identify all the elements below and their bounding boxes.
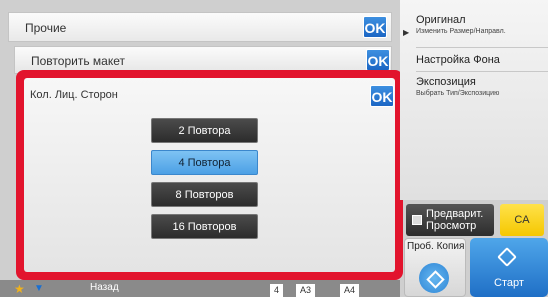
sides-count-dialog: Кол. Лиц. Сторон OK 2 Повтора 4 Повтора …	[24, 78, 395, 272]
play-icon[interactable]: ▶	[403, 28, 409, 37]
chevron-down-icon[interactable]: ▼	[34, 283, 44, 294]
others-title: Прочие	[25, 21, 67, 35]
paper-size-a3: A3	[296, 284, 316, 297]
sample-copy-icon	[419, 263, 449, 293]
back-button[interactable]: Назад	[90, 282, 119, 293]
background-setting[interactable]: Настройка Фона	[416, 50, 548, 72]
start-icon	[497, 247, 517, 267]
option-4-repeats[interactable]: 4 Повтора	[151, 150, 258, 175]
sides-count-dialog-highlight: Кол. Лиц. Сторон OK 2 Повтора 4 Повтора …	[16, 70, 403, 280]
start-button[interactable]: Старт	[470, 238, 548, 297]
others-bar: Прочие OK	[8, 12, 392, 42]
option-2-repeats[interactable]: 2 Повтора	[151, 118, 258, 143]
preview-icon	[412, 215, 422, 225]
right-settings-panel: ▶ Оригинал Изменить Размер/Направл. Наст…	[400, 0, 548, 200]
background-title: Настройка Фона	[416, 54, 500, 66]
paper-size-a4: A4	[340, 284, 360, 297]
exposure-subtitle: Выбрать Тип/Экспозицию	[416, 90, 500, 97]
paper-count: 4	[270, 284, 284, 297]
sample-copy-button[interactable]: Проб. Копия	[404, 238, 466, 297]
original-title: Оригинал	[416, 14, 466, 26]
option-16-repeats[interactable]: 16 Повторов	[151, 214, 258, 239]
clear-all-button[interactable]: CA	[500, 204, 544, 236]
option-8-repeats[interactable]: 8 Повторов	[151, 182, 258, 207]
dialog-title: Кол. Лиц. Сторон	[30, 89, 118, 101]
others-ok-button[interactable]: OK	[363, 16, 387, 38]
dialog-ok-button[interactable]: OK	[370, 85, 394, 107]
exposure-title: Экспозиция	[416, 76, 476, 88]
exposure-setting[interactable]: Экспозиция Выбрать Тип/Экспозицию	[416, 76, 548, 106]
sample-copy-label: Проб. Копия	[407, 241, 465, 252]
original-setting[interactable]: Оригинал Изменить Размер/Направл.	[416, 14, 548, 48]
preview-label: Предварит. Просмотр	[426, 208, 484, 232]
original-subtitle: Изменить Размер/Направл.	[416, 28, 506, 35]
repeat-layout-ok-button[interactable]: OK	[366, 49, 390, 71]
start-label: Старт	[494, 277, 524, 289]
preview-button[interactable]: Предварит. Просмотр	[406, 204, 494, 236]
star-icon[interactable]: ★	[14, 282, 26, 296]
repeat-layout-title: Повторить макет	[31, 54, 125, 68]
copy-settings-screen: Прочие OK Повторить макет OK ★ ▼ Назад 4…	[0, 0, 548, 297]
